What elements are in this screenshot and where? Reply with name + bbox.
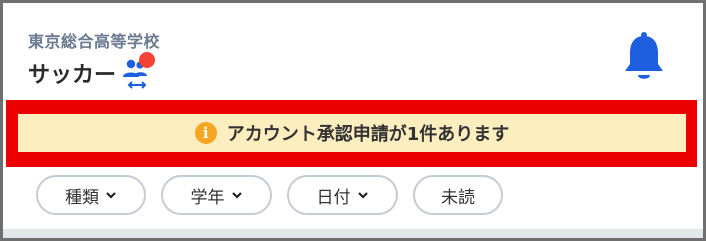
info-icon: i xyxy=(194,122,217,144)
chevron-down-icon xyxy=(231,192,242,199)
filter-grade-chip[interactable]: 学年 xyxy=(161,175,272,215)
filter-label: 日付 xyxy=(316,187,351,208)
filter-date-chip[interactable]: 日付 xyxy=(287,175,398,215)
filter-type-chip[interactable]: 種類 xyxy=(36,175,146,215)
chevron-down-icon xyxy=(106,192,116,199)
chevron-down-icon xyxy=(357,192,368,199)
school-name: 東京総合高等学校 xyxy=(28,32,161,51)
bell-icon[interactable] xyxy=(621,31,667,83)
app-frame: 東京総合高等学校 サッカー i アカウント承認申請が1件あります 種類 学年 日… xyxy=(0,0,706,241)
account-approval-alert[interactable]: i アカウント承認申請が1件あります xyxy=(18,114,686,152)
alert-message: アカウント承認申請が1件あります xyxy=(226,124,510,145)
notification-dot xyxy=(139,52,156,68)
filter-label: 種類 xyxy=(65,187,99,208)
section-divider xyxy=(3,229,703,238)
team-name: サッカー xyxy=(28,63,117,88)
filter-label: 未読 xyxy=(441,187,475,208)
filter-unread-chip[interactable]: 未読 xyxy=(413,175,503,215)
team-selector[interactable]: サッカー xyxy=(28,52,156,90)
people-swap-icon[interactable] xyxy=(120,52,156,90)
alert-highlight: i アカウント承認申請が1件あります xyxy=(6,100,697,167)
filter-bar: 種類 学年 日付 未読 xyxy=(3,167,703,229)
filter-label: 学年 xyxy=(190,187,225,208)
header: 東京総合高等学校 サッカー xyxy=(3,3,703,100)
